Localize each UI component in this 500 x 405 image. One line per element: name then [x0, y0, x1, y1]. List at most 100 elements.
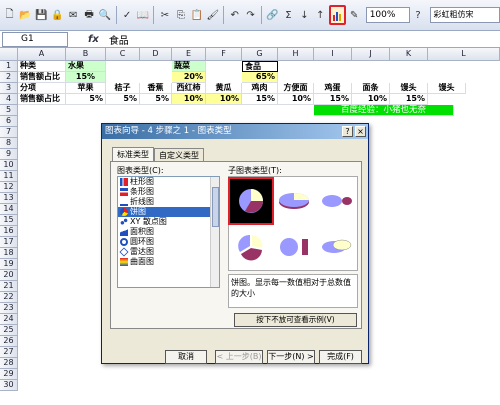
list-item[interactable]: 条形图 — [118, 187, 219, 197]
cell-b4[interactable]: 5% — [66, 94, 106, 105]
print-icon[interactable]: 🖶 — [82, 7, 97, 24]
column-header[interactable]: L — [428, 48, 500, 61]
row-header[interactable]: 16 — [0, 226, 18, 237]
research-icon[interactable]: 📖 — [136, 7, 151, 24]
list-item[interactable]: 雷达图 — [118, 247, 219, 257]
column-header[interactable]: F — [206, 48, 242, 61]
cell-b3[interactable]: 苹果 — [66, 83, 106, 94]
column-header[interactable]: J — [352, 48, 390, 61]
undo-icon[interactable]: ↶ — [227, 7, 242, 24]
row-header[interactable]: 9 — [0, 149, 18, 160]
cell-d4[interactable]: 5% — [140, 94, 172, 105]
cell-b1[interactable]: 水果 — [66, 61, 106, 72]
row-header[interactable]: 20 — [0, 270, 18, 281]
row-header[interactable]: 28 — [0, 358, 18, 369]
cell-k4[interactable]: 15% — [390, 94, 428, 105]
subtype-3d-exploded-pie[interactable] — [316, 225, 358, 269]
spelling-icon[interactable]: ✓ — [120, 7, 135, 24]
list-item[interactable]: 曲面图 — [118, 257, 219, 267]
row-header[interactable]: 26 — [0, 336, 18, 347]
cell-g4[interactable]: 15% — [242, 94, 278, 105]
hyperlink-icon[interactable]: 🔗 — [265, 7, 280, 24]
redo-icon[interactable]: ↷ — [243, 7, 258, 24]
row-header[interactable]: 15 — [0, 215, 18, 226]
column-header[interactable]: D — [140, 48, 172, 61]
row-header[interactable]: 4 — [0, 94, 18, 105]
cell-c4[interactable]: 5% — [106, 94, 140, 105]
row-header[interactable]: 21 — [0, 281, 18, 292]
cell-a2[interactable]: 销售额占比 — [18, 72, 66, 83]
cell-e3[interactable]: 西红柿 — [172, 83, 206, 94]
save-icon[interactable]: 💾 — [34, 7, 49, 24]
row-header[interactable]: 6 — [0, 116, 18, 127]
permission-icon[interactable]: 🔒 — [50, 7, 65, 24]
row-header[interactable]: 3 — [0, 83, 18, 94]
formula-input[interactable]: 食品 — [109, 32, 129, 47]
tab-custom-types[interactable]: 自定义类型 — [154, 148, 204, 162]
subtype-pie-of-pie[interactable] — [316, 179, 358, 223]
cell-c3[interactable]: 桔子 — [106, 83, 140, 94]
cell-h4[interactable]: 10% — [278, 94, 314, 105]
list-item[interactable]: 折线图 — [118, 197, 219, 207]
row-header[interactable]: 24 — [0, 314, 18, 325]
column-header[interactable]: G — [242, 48, 278, 61]
sort-ascending-icon[interactable]: ↓ — [297, 7, 312, 24]
row-header[interactable]: 17 — [0, 237, 18, 248]
close-icon[interactable]: × — [355, 126, 366, 137]
sort-descending-icon[interactable]: ↑ — [313, 7, 328, 24]
row-header[interactable]: 2 — [0, 72, 18, 83]
list-item[interactable]: XY 散点图 — [118, 217, 219, 227]
next-button[interactable]: 下一步(N) > — [267, 350, 315, 364]
subtype-bar-of-pie[interactable] — [273, 225, 315, 269]
row-header[interactable]: 27 — [0, 347, 18, 358]
cell-g2[interactable]: 65% — [242, 72, 278, 83]
finish-button[interactable]: 完成(F) — [319, 350, 362, 364]
cut-icon[interactable]: ✂ — [157, 7, 172, 24]
row-header[interactable]: 14 — [0, 204, 18, 215]
row-header[interactable]: 29 — [0, 369, 18, 380]
column-header[interactable]: K — [390, 48, 428, 61]
column-header[interactable]: C — [106, 48, 140, 61]
column-header[interactable]: H — [278, 48, 314, 61]
subtype-exploded-pie[interactable] — [230, 225, 272, 269]
column-header[interactable]: E — [172, 48, 206, 61]
column-header[interactable]: A — [18, 48, 66, 61]
list-item[interactable]: 圆环图 — [118, 237, 219, 247]
cell-a1[interactable]: 种类 — [18, 61, 66, 72]
column-header[interactable]: I — [314, 48, 352, 61]
cell-g3[interactable]: 鸡肉 — [242, 83, 278, 94]
row-header[interactable]: 1 — [0, 61, 18, 72]
chart-type-list[interactable]: 柱形图 条形图 折线图 饼图 XY 散点图 面积图 圆环图 雷达图 曲面图 — [117, 176, 220, 288]
cell-l3[interactable]: 馒头 — [428, 83, 466, 94]
paste-icon[interactable]: 📋 — [189, 7, 204, 24]
row-header[interactable]: 5 — [0, 105, 18, 116]
row-header[interactable]: 22 — [0, 292, 18, 303]
list-scrollbar[interactable] — [210, 177, 219, 287]
cell-d3[interactable]: 香蕉 — [140, 83, 172, 94]
preview-icon[interactable]: 🔍 — [98, 7, 113, 24]
format-painter-icon[interactable]: 🖌 — [205, 7, 220, 24]
name-box[interactable]: G1 — [2, 31, 68, 47]
cell-e1[interactable]: 蔬菜 — [172, 61, 206, 72]
column-header[interactable]: B — [66, 48, 106, 61]
cell-e4[interactable]: 10% — [172, 94, 206, 105]
row-header[interactable]: 7 — [0, 127, 18, 138]
list-item[interactable]: 柱形图 — [118, 177, 219, 187]
scrollbar-thumb[interactable] — [212, 187, 219, 227]
copy-icon[interactable]: ⎘ — [173, 7, 188, 24]
cell-f4[interactable]: 10% — [206, 94, 242, 105]
row-header[interactable]: 12 — [0, 182, 18, 193]
font-dropdown[interactable]: 彩虹粗仿宋 — [430, 7, 500, 23]
help-icon[interactable]: ? — [342, 126, 353, 137]
new-icon[interactable]: 🗋 — [2, 7, 17, 24]
cell-k3[interactable]: 馒头 — [390, 83, 428, 94]
list-item[interactable]: 面积图 — [118, 227, 219, 237]
autosum-icon[interactable]: Σ — [281, 7, 296, 24]
cell-a3[interactable]: 分项 — [18, 83, 66, 94]
open-icon[interactable]: 📂 — [18, 7, 33, 24]
row-header[interactable]: 25 — [0, 325, 18, 336]
list-item[interactable]: 饼图 — [118, 207, 219, 217]
row-header[interactable]: 13 — [0, 193, 18, 204]
row-header[interactable]: 8 — [0, 138, 18, 149]
row-header[interactable]: 19 — [0, 259, 18, 270]
